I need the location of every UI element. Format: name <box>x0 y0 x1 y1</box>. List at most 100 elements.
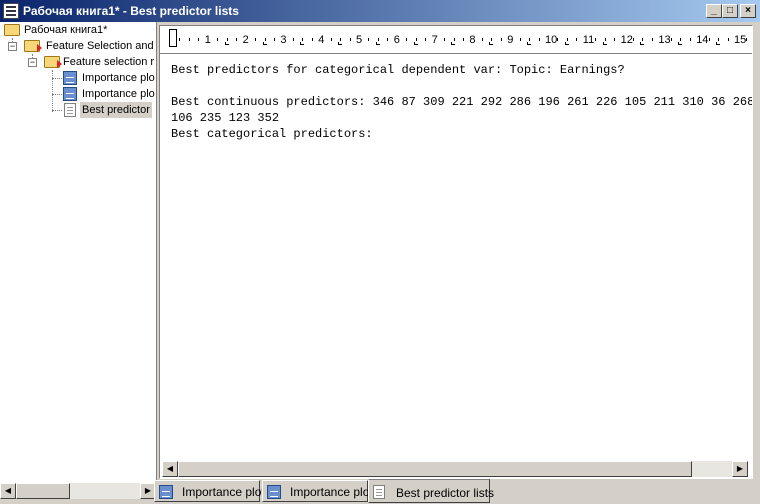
document-pane[interactable]: 1 2 3 4 5 6 7 8 9 10 11 12 13 14 15 Best predictors fo… <box>159 25 753 479</box>
plot-icon <box>63 87 77 101</box>
ruler-tick <box>718 38 719 41</box>
tab-label: Importance plot <box>182 485 265 499</box>
folder-open-icon <box>4 24 20 36</box>
tab-stop-marker[interactable] <box>263 42 267 45</box>
ruler-number: 11 <box>582 34 595 46</box>
tab-stop-marker[interactable] <box>300 42 304 45</box>
document-icon <box>64 103 76 117</box>
tab-label: Best predictor lists <box>396 486 495 500</box>
tree-item-best-predictor[interactable]: Best predictor <box>0 102 156 118</box>
ruler-number: 15 <box>734 34 747 46</box>
tree-item-label-selected: Best predictor <box>80 102 152 118</box>
collapse-icon[interactable]: − <box>8 42 17 51</box>
indent-marker[interactable] <box>169 29 177 47</box>
ruler-tick <box>265 38 266 41</box>
tab-importance-plot-2[interactable]: Importance plot <box>262 480 373 502</box>
ruler-tick <box>331 38 332 41</box>
ruler-tick <box>340 38 341 41</box>
ruler-tick <box>312 38 313 41</box>
ruler-tick <box>614 38 615 41</box>
tab-stop-marker[interactable] <box>414 42 418 45</box>
ruler-tick <box>557 38 558 41</box>
ruler-number: 12 <box>620 34 633 46</box>
tab-stop-marker[interactable] <box>225 42 229 45</box>
tab-stop-marker[interactable] <box>565 42 569 45</box>
tree-item-label: Feature Selection and <box>46 40 154 52</box>
ruler-tick <box>368 38 369 41</box>
tab-stop-marker[interactable] <box>489 42 493 45</box>
ruler-number: 1 <box>204 34 211 46</box>
scroll-right-icon[interactable]: ▶ <box>732 461 748 477</box>
ruler-number: 3 <box>280 34 287 46</box>
tree-root-label: Рабочая книга1* <box>24 24 108 36</box>
document-icon <box>373 485 385 499</box>
document-line: Best predictors for categorical dependen… <box>171 63 625 77</box>
scroll-left-icon[interactable]: ◀ <box>162 461 178 477</box>
tree-item-label: Feature selection r <box>63 56 155 68</box>
tab-stop-marker[interactable] <box>678 42 682 45</box>
ruler-tick <box>539 38 540 41</box>
ruler-number: 13 <box>658 34 671 46</box>
ruler-tick <box>491 38 492 41</box>
ruler-tick <box>198 38 199 41</box>
workbook-tree[interactable]: Рабочая книга1* − Feature Selection and … <box>0 22 157 483</box>
ruler-tick <box>444 38 445 41</box>
ruler-number: 2 <box>242 34 249 46</box>
ruler-tick <box>227 38 228 41</box>
ruler-tick <box>728 38 729 41</box>
ruler-tick <box>406 38 407 41</box>
ruler-tick <box>189 38 190 41</box>
tree-item-label: Importance plo <box>82 72 155 84</box>
ruler-tick <box>520 38 521 41</box>
scroll-thumb[interactable] <box>16 483 70 499</box>
ruler-tick <box>595 38 596 41</box>
document-tabs: Importance plot Importance plot Best pre… <box>154 479 554 504</box>
document-line: Best categorical predictors: <box>171 127 373 141</box>
ruler-tick <box>605 38 606 41</box>
minimize-button[interactable]: _ <box>706 4 722 18</box>
ruler-tick <box>576 38 577 41</box>
tree-item-feature-selection-r[interactable]: − Feature selection r <box>0 54 156 70</box>
collapse-icon[interactable]: − <box>28 58 37 67</box>
tab-stop-marker[interactable] <box>338 42 342 45</box>
ruler[interactable]: 1 2 3 4 5 6 7 8 9 10 11 12 13 14 15 <box>160 26 752 54</box>
tree-horizontal-scrollbar[interactable]: ◀ ▶ <box>0 483 156 499</box>
tab-stop-marker[interactable] <box>603 42 607 45</box>
tree-item-label: Importance plo <box>82 88 155 100</box>
ruler-tick <box>454 38 455 41</box>
ruler-number: 9 <box>507 34 514 46</box>
tree-item-importance-plot-2[interactable]: Importance plo <box>0 86 156 102</box>
ruler-number: 5 <box>356 34 363 46</box>
tab-stop-marker[interactable] <box>376 42 380 45</box>
document-line: 106 235 123 352 <box>171 111 280 125</box>
tree-item-feature-selection-and[interactable]: − Feature Selection and <box>0 38 156 54</box>
ruler-number: 8 <box>469 34 476 46</box>
ruler-number: 10 <box>545 34 558 46</box>
tab-stop-marker[interactable] <box>527 42 531 45</box>
tab-importance-plot-1[interactable]: Importance plot <box>154 480 265 502</box>
document-horizontal-scrollbar[interactable]: ◀ ▶ <box>162 461 748 477</box>
document-text[interactable]: Best predictors for categorical dependen… <box>171 62 753 142</box>
tree-item-importance-plot-1[interactable]: Importance plo <box>0 70 156 86</box>
tab-best-predictor-lists[interactable]: Best predictor lists <box>368 479 494 503</box>
close-button[interactable]: × <box>740 4 756 18</box>
tab-stop-marker[interactable] <box>640 42 644 45</box>
ruler-tick <box>217 38 218 41</box>
window-title: Рабочая книга1* - Best predictor lists <box>23 4 239 18</box>
folder-icon <box>44 56 62 68</box>
tab-label: Importance plot <box>290 485 373 499</box>
document-line: Best continuous predictors: 346 87 309 2… <box>171 95 753 109</box>
tab-stop-marker[interactable] <box>451 42 455 45</box>
maximize-button[interactable]: □ <box>722 4 738 18</box>
ruler-tick <box>482 38 483 41</box>
tab-stop-marker[interactable] <box>716 42 720 45</box>
ruler-tick <box>746 38 747 41</box>
scroll-left-icon[interactable]: ◀ <box>0 483 16 499</box>
ruler-number: 4 <box>318 34 325 46</box>
scroll-thumb[interactable] <box>178 461 692 477</box>
ruler-tick <box>680 38 681 41</box>
ruler-tick <box>255 38 256 41</box>
ruler-tick <box>302 38 303 41</box>
ruler-tick <box>642 38 643 41</box>
ruler-tick <box>274 38 275 41</box>
